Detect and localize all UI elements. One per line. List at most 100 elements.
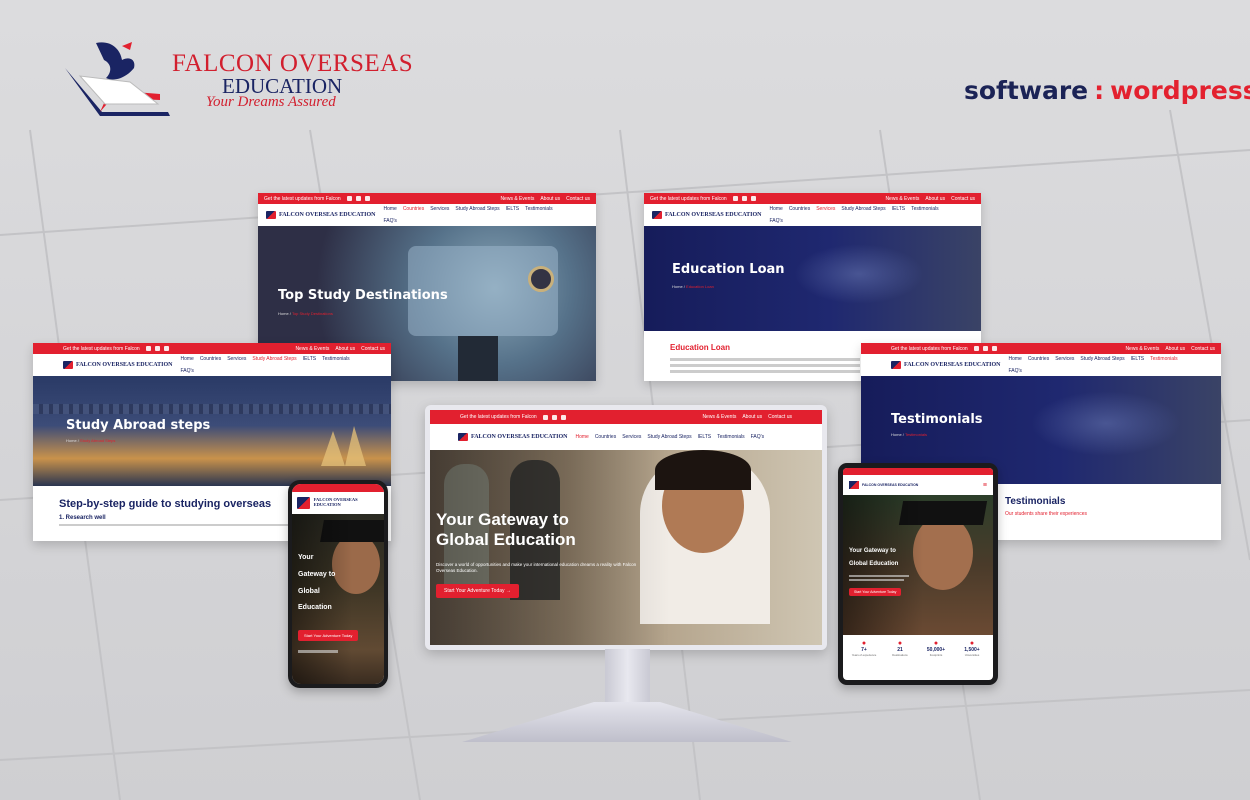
breadcrumb: Home / Testimonials [891,432,927,437]
stat-item: ● 50,000+ Footprints [919,640,953,657]
phone-screen: FALCON OVERSEAS EDUCATION Your Gateway t… [292,484,384,684]
nav-home[interactable]: Home [383,206,396,212]
nav-ielts[interactable]: IELTS [1131,356,1145,362]
nav-steps[interactable]: Study Abroad Steps [252,356,296,362]
nav-steps[interactable]: Study Abroad Steps [1080,356,1124,362]
nav-countries[interactable]: Countries [595,434,616,440]
tablet-logo[interactable]: FALCON OVERSEAS EDUCATION [862,483,918,487]
topbar-link-contact[interactable]: Contact us [1191,346,1215,352]
topbar-link-contact[interactable]: Contact us [768,414,792,420]
hero-title: Top Study Destinations [278,288,448,303]
mock-navbar: FALCON OVERSEAS EDUCATION Home Countries… [430,424,822,450]
nav-countries[interactable]: Countries [403,206,424,212]
mock-navbar: FALCON OVERSEAS EDUCATION Home Countries… [861,354,1221,376]
nav-testimonials[interactable]: Testimonials [1150,356,1178,362]
phone-cta-button[interactable]: Start Your Adventure Today [298,630,359,641]
nav-ielts[interactable]: IELTS [698,434,712,440]
nav-services[interactable]: Services [622,434,641,440]
home-subtext: Discover a world of opportunities and ma… [436,562,637,574]
tablet-navbar: FALCON OVERSEAS EDUCATION ≡ [843,475,993,495]
mock-topbar: Get the latest updates from Falcon News … [258,193,596,204]
nav-testimonials[interactable]: Testimonials [525,206,553,212]
stat-item: ● 7+ Years of experience [847,640,881,657]
section-subtitle: Our students share their experiences [1005,511,1087,517]
nav-faqs[interactable]: FAQ's [383,218,396,224]
nav-steps[interactable]: Study Abroad Steps [841,206,885,212]
nav-services[interactable]: Services [227,356,246,362]
nav-countries[interactable]: Countries [789,206,810,212]
tablet-screen: FALCON OVERSEAS EDUCATION ≡ Your Gateway… [843,468,993,680]
topbar-link-about[interactable]: About us [742,414,762,420]
software-key: software [964,76,1089,105]
site-logo[interactable]: FALCON OVERSEAS EDUCATION [266,211,375,219]
nav-ielts[interactable]: IELTS [303,356,317,362]
brand-tagline: Your Dreams Assured [206,94,336,110]
nav-home[interactable]: Home [1008,356,1021,362]
topbar-link-contact[interactable]: Contact us [361,346,385,352]
software-value: wordpress [1110,76,1250,105]
nav-services[interactable]: Services [816,206,835,212]
topbar-link-news[interactable]: News & Events [295,346,329,352]
nav-countries[interactable]: Countries [200,356,221,362]
tablet-headline: Your Gateway to Global Education [849,548,899,568]
site-logo[interactable]: FALCON OVERSEAS EDUCATION [458,433,567,441]
topbar-text: Get the latest updates from Falcon [264,195,341,202]
stat-icon: ● [969,640,975,647]
stat-item: ● 21 Destinations [883,640,917,657]
nav-faqs[interactable]: FAQ's [1008,368,1021,374]
breadcrumb: Home / Education Loan [672,284,714,289]
nav-ielts[interactable]: IELTS [892,206,906,212]
desktop-monitor: Get the latest updates from Falcon News … [425,405,827,650]
topbar-link-news[interactable]: News & Events [702,414,736,420]
nav-testimonials[interactable]: Testimonials [911,206,939,212]
falcon-brand-logo: FALCON OVERSEAS EDUCATION Your Dreams As… [60,38,413,128]
stat-item: ● 1,500+ Universities [955,640,989,657]
tablet-cta-button[interactable]: Start Your Adventure Today [849,588,902,596]
software-label: software: wordpress [964,76,1250,105]
mock-navbar: FALCON OVERSEAS EDUCATION Home Countries… [644,204,981,226]
phone-logo[interactable]: FALCON OVERSEAS EDUCATION [314,497,379,508]
phone-device: FALCON OVERSEAS EDUCATION Your Gateway t… [288,480,388,688]
topbar-link-news[interactable]: News & Events [500,196,534,202]
nav-testimonials[interactable]: Testimonials [322,356,350,362]
tablet-stats: ● 7+ Years of experience ● 21 Destinations ●… [847,640,989,657]
hero-title: Study Abroad steps [66,418,211,433]
topbar-link-about[interactable]: About us [335,346,355,352]
phone-hero: Your Gateway to Global Education Start Y… [292,514,384,684]
nav-home[interactable]: Home [180,356,193,362]
mock-topbar: Get the latest updates from Falcon News … [861,343,1221,354]
phone-navbar: FALCON OVERSEAS EDUCATION [292,492,384,514]
nav-steps[interactable]: Study Abroad Steps [647,434,691,440]
nav-services[interactable]: Services [1055,356,1074,362]
topbar-link-about[interactable]: About us [540,196,560,202]
nav-countries[interactable]: Countries [1028,356,1049,362]
topbar-link-news[interactable]: News & Events [885,196,919,202]
mock-navbar: FALCON OVERSEAS EDUCATION Home Countries… [33,354,391,376]
menu-icon[interactable]: ≡ [983,482,987,489]
software-separator: : [1094,76,1105,105]
nav-faqs[interactable]: FAQ's [769,218,782,224]
loan-hero: Education Loan Home / Education Loan [644,226,981,331]
topbar-link-contact[interactable]: Contact us [566,196,590,202]
site-logo[interactable]: FALCON OVERSEAS EDUCATION [652,211,761,219]
topbar-link-contact[interactable]: Contact us [951,196,975,202]
topbar-link-news[interactable]: News & Events [1125,346,1159,352]
topbar-link-about[interactable]: About us [925,196,945,202]
nav-faqs[interactable]: FAQ's [180,368,193,374]
nav-testimonials[interactable]: Testimonials [717,434,745,440]
site-logo[interactable]: FALCON OVERSEAS EDUCATION [63,361,172,369]
nav-home[interactable]: Home [575,434,588,440]
phone-headline: Your Gateway to Global Education [298,554,336,612]
hero-title: Testimonials [891,412,983,427]
nav-home[interactable]: Home [769,206,782,212]
nav-services[interactable]: Services [430,206,449,212]
nav-ielts[interactable]: IELTS [506,206,520,212]
nav-faqs[interactable]: FAQ's [751,434,764,440]
topbar-link-about[interactable]: About us [1165,346,1185,352]
home-headline-line1: Your Gateway to [436,510,569,529]
site-logo[interactable]: FALCON OVERSEAS EDUCATION [891,361,1000,369]
stat-icon: ● [861,640,867,647]
nav-steps[interactable]: Study Abroad Steps [455,206,499,212]
stat-icon: ● [933,640,939,647]
home-cta-button[interactable]: Start Your Adventure Today → [436,584,519,598]
